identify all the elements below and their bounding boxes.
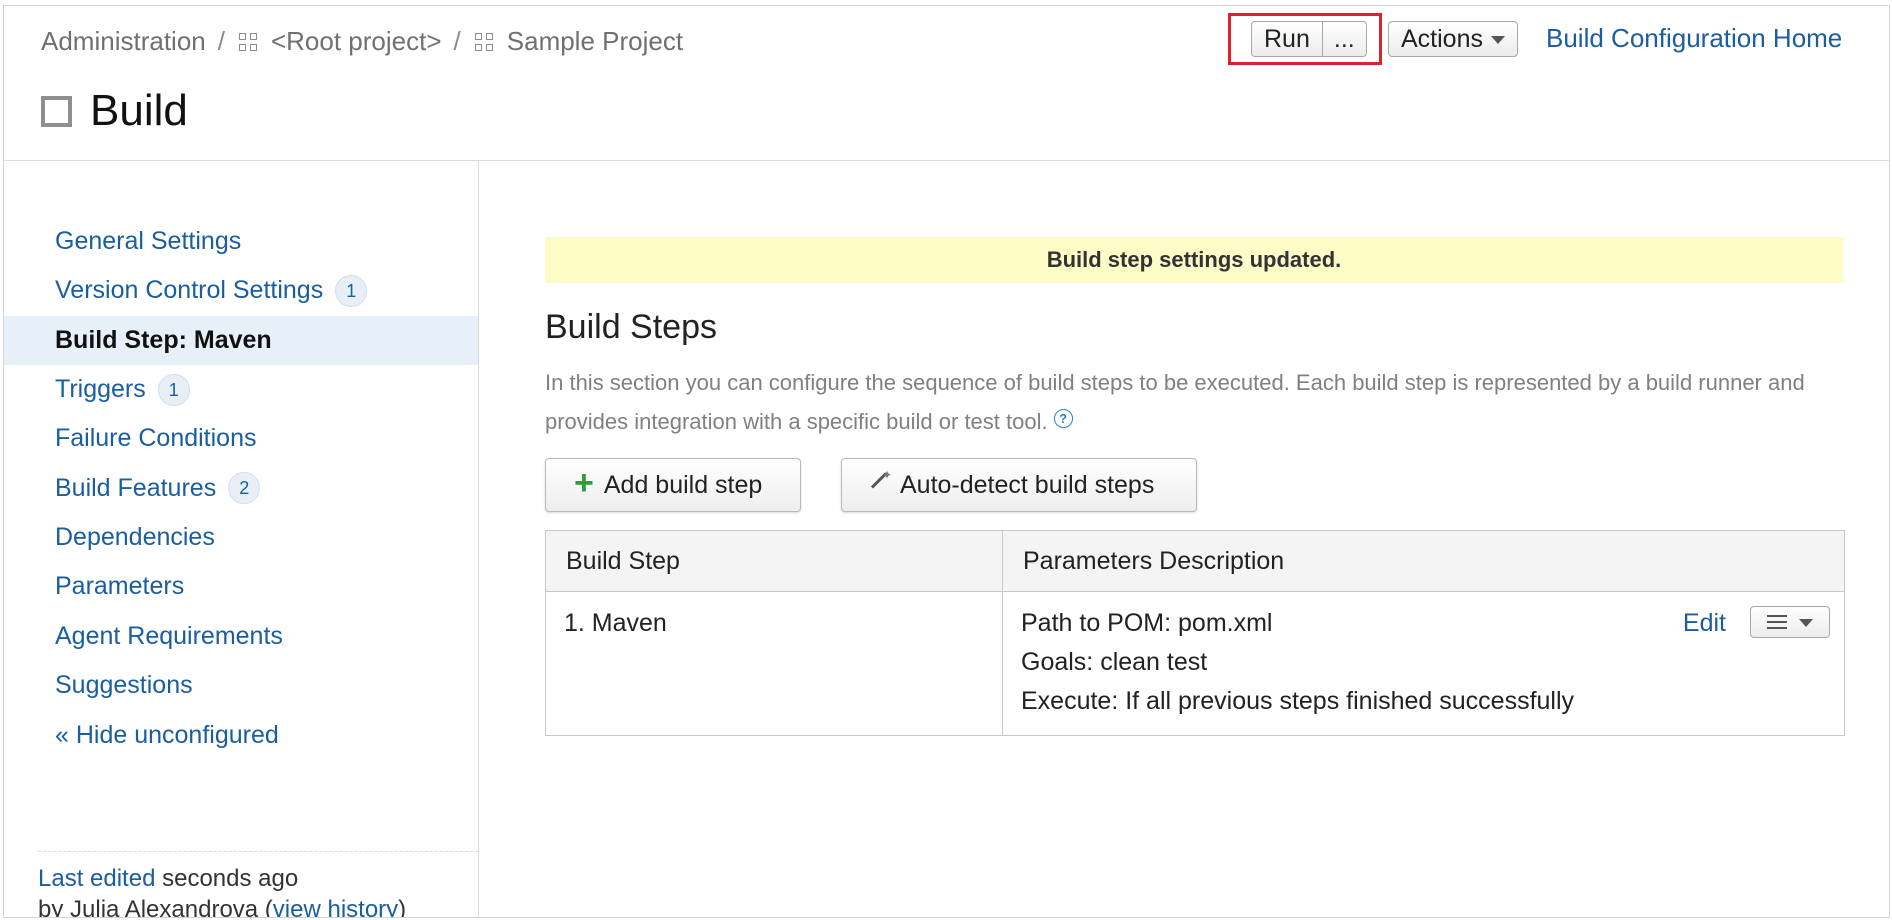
section-title: Build Steps	[545, 308, 717, 346]
sidebar-item-version-control-settings[interactable]: Version Control Settings 1	[4, 266, 478, 315]
project-icon	[474, 32, 493, 51]
list-icon	[1767, 615, 1787, 629]
sidebar-item-triggers[interactable]: Triggers 1	[4, 365, 478, 414]
help-icon[interactable]: ?	[1053, 409, 1073, 428]
build-config-icon	[41, 95, 72, 127]
add-build-step-label: Add build step	[603, 470, 763, 499]
section-description: In this section you can configure the se…	[545, 363, 1845, 441]
chevron-down-icon	[1490, 36, 1505, 44]
count-badge: 1	[157, 373, 190, 406]
page-title: Build	[41, 86, 188, 136]
chevron-down-icon	[1799, 619, 1813, 627]
breadcrumb-sample-project[interactable]: Sample Project	[507, 26, 683, 57]
auto-detect-build-steps-button[interactable]: Auto-detect build steps	[841, 458, 1197, 512]
sidebar-item-label: Dependencies	[55, 522, 215, 551]
parameters-description[interactable]: Path to POM: pom.xml Goals: clean test E…	[1002, 591, 1845, 736]
breadcrumb-root-project[interactable]: <Root project>	[271, 26, 442, 57]
table-row: 1. Maven Path to POM: pom.xml Goals: cle…	[545, 591, 1845, 736]
view-history-link[interactable]: view history	[273, 896, 398, 917]
run-options-button[interactable]: ...	[1323, 22, 1366, 56]
sidebar: General Settings Version Control Setting…	[4, 161, 479, 917]
breadcrumb: Administration / <Root project> / Sample…	[41, 26, 683, 57]
column-header-build-step: Build Step	[545, 530, 1003, 592]
sidebar-item-agent-requirements[interactable]: Agent Requirements	[4, 611, 478, 660]
sidebar-item-label: Failure Conditions	[55, 424, 257, 453]
sidebar-item-label: Version Control Settings	[55, 276, 324, 305]
count-badge: 2	[228, 472, 261, 505]
sidebar-item-label: General Settings	[55, 227, 242, 256]
description-text: In this section you can configure the se…	[545, 370, 1805, 434]
run-button[interactable]: Run	[1252, 22, 1323, 56]
magic-wand-icon	[870, 468, 892, 496]
count-badge: 1	[335, 274, 368, 307]
sidebar-item-label: Suggestions	[55, 670, 193, 699]
table-header-row: Build Step Parameters Description	[545, 530, 1845, 592]
success-notice: Build step settings updated.	[545, 237, 1843, 283]
sidebar-item-failure-conditions[interactable]: Failure Conditions	[4, 414, 478, 463]
last-edited-close: )	[398, 896, 407, 918]
page-header: Administration / <Root project> / Sample…	[4, 6, 1889, 161]
sidebar-nav: General Settings Version Control Setting…	[4, 217, 478, 710]
sidebar-item-label: Build Step: Maven	[55, 325, 272, 354]
sidebar-item-label: Build Features	[55, 473, 217, 502]
last-edited-link[interactable]: Last edited	[38, 865, 155, 892]
sidebar-item-general-settings[interactable]: General Settings	[4, 217, 478, 266]
auto-detect-label: Auto-detect build steps	[900, 470, 1155, 499]
add-build-step-button[interactable]: + Add build step	[545, 458, 801, 512]
app-window: Administration / <Root project> / Sample…	[3, 5, 1890, 918]
sidebar-item-label: Triggers	[55, 375, 146, 404]
breadcrumb-administration[interactable]: Administration	[41, 26, 206, 57]
sidebar-item-label: Parameters	[55, 572, 185, 601]
project-icon	[238, 32, 257, 51]
sidebar-divider	[38, 851, 478, 852]
param-line: Execute: If all previous steps finished …	[1021, 687, 1575, 715]
main-content: Build step settings updated. Build Steps…	[479, 161, 1889, 917]
build-configuration-home-link[interactable]: Build Configuration Home	[1546, 21, 1842, 55]
sidebar-item-build-features[interactable]: Build Features 2	[4, 463, 478, 512]
step-options-dropdown[interactable]	[1750, 606, 1830, 638]
breadcrumb-separator: /	[217, 26, 225, 56]
last-edited-by: by Julia Alexandrova (	[38, 896, 273, 918]
sidebar-item-dependencies[interactable]: Dependencies	[4, 513, 478, 562]
sidebar-item-build-step-maven[interactable]: Build Step: Maven	[4, 315, 478, 365]
sidebar-item-suggestions[interactable]: Suggestions	[4, 661, 478, 710]
last-edited-time: seconds ago	[155, 865, 299, 892]
actions-dropdown[interactable]: Actions	[1388, 21, 1518, 57]
sidebar-item-label: Agent Requirements	[55, 621, 283, 650]
param-line: Goals: clean test	[1021, 648, 1208, 676]
run-button-group: Run ...	[1251, 21, 1367, 57]
plus-icon: +	[574, 464, 594, 502]
column-header-parameters: Parameters Description	[1002, 530, 1845, 592]
edit-step-link[interactable]: Edit	[1683, 604, 1726, 643]
breadcrumb-separator: /	[453, 26, 461, 56]
page-title-text: Build	[90, 86, 188, 135]
actions-label: Actions	[1401, 24, 1483, 53]
sidebar-item-parameters[interactable]: Parameters	[4, 562, 478, 611]
hide-unconfigured-link[interactable]: « Hide unconfigured	[55, 721, 279, 750]
last-edited-info: Last edited seconds ago by Julia Alexand…	[38, 863, 407, 918]
build-step-name[interactable]: 1. Maven	[545, 591, 1003, 736]
build-steps-table: Build Step Parameters Description 1. Mav…	[545, 530, 1845, 736]
